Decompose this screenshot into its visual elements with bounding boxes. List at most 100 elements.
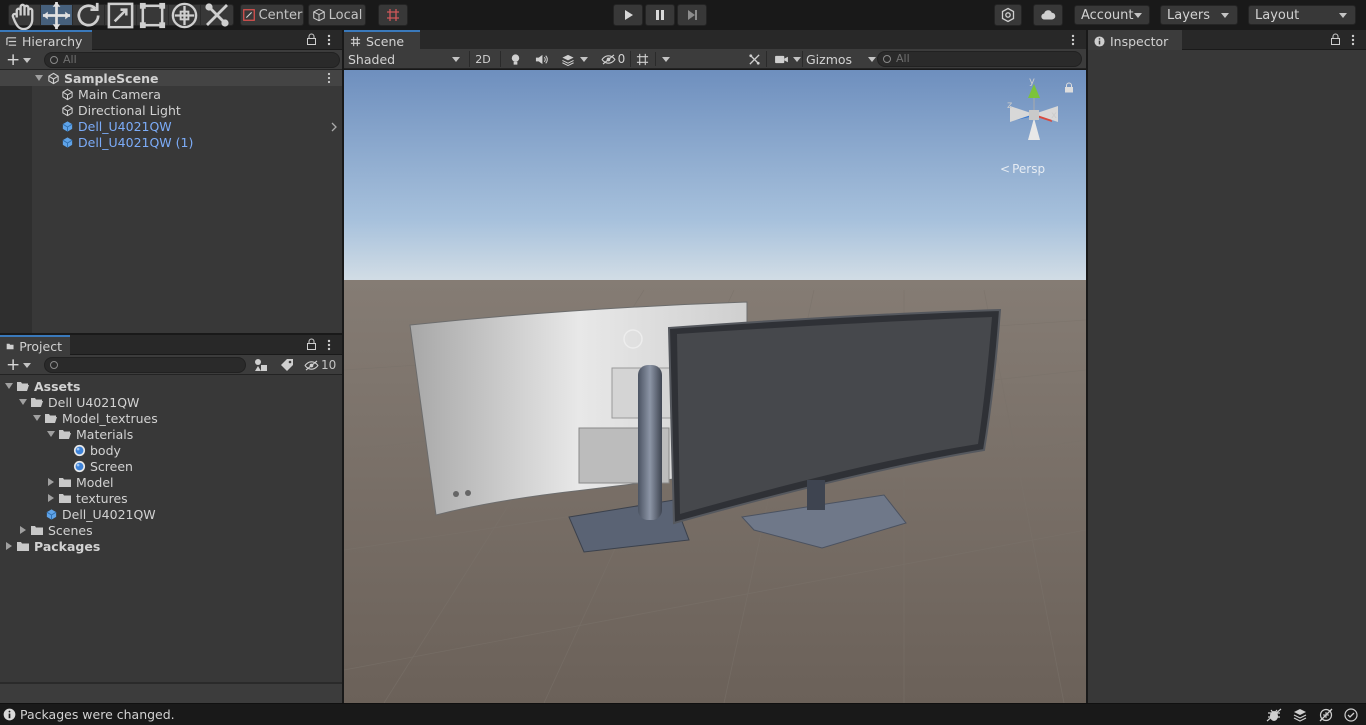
pause-button[interactable] <box>645 4 675 26</box>
hidden-objects-toggle[interactable]: 0 <box>598 50 628 68</box>
lock-icon[interactable] <box>1064 82 1074 93</box>
progress-check-icon[interactable] <box>1344 708 1358 722</box>
custom-tool-icon[interactable] <box>201 3 233 27</box>
scene-search-placeholder: All <box>896 52 910 65</box>
scale-tool-icon[interactable] <box>105 2 137 28</box>
chevron-left-icon: < <box>1000 162 1011 176</box>
kebab-menu-icon[interactable] <box>326 33 332 47</box>
status-bar: Packages were changed. <box>0 703 1366 725</box>
project-tabbar: Project <box>0 335 342 355</box>
tab-inspector[interactable]: Inspector <box>1088 30 1182 50</box>
debug-bug-icon[interactable] <box>1266 708 1282 722</box>
hierarchy-tab-label: Hierarchy <box>22 33 83 49</box>
cloud-icon <box>1041 10 1056 20</box>
chevron-down-icon <box>579 56 588 62</box>
lock-icon[interactable] <box>306 33 317 45</box>
scene-search-input[interactable]: All <box>877 51 1082 67</box>
step-button[interactable] <box>677 4 707 26</box>
hierarchy-toolbar: + All <box>0 50 342 70</box>
hierarchy-item[interactable]: Main Camera <box>60 86 161 102</box>
fold-arrow-icon <box>34 73 44 83</box>
project-search-input[interactable] <box>44 357 246 373</box>
project-tree-item[interactable]: Model <box>46 474 114 490</box>
account-label: Account <box>1081 7 1134 23</box>
tree-item-label: body <box>90 442 121 458</box>
rect-tool-icon[interactable] <box>137 2 169 28</box>
project-tree-item[interactable]: Materials <box>46 426 133 442</box>
projection-toggle[interactable]: < Persp <box>1000 162 1045 176</box>
tools-overlay-toggle[interactable] <box>746 50 762 68</box>
scene-header-row[interactable]: SampleScene <box>34 70 158 86</box>
sky-background <box>344 70 1086 285</box>
search-icon <box>50 56 58 64</box>
create-button[interactable]: + <box>6 50 32 70</box>
camera-dropdown[interactable] <box>772 50 802 68</box>
project-tree-item[interactable]: Assets <box>4 378 80 394</box>
grid-dropdown[interactable] <box>634 50 672 68</box>
hand-tool-icon[interactable] <box>9 3 41 30</box>
project-tree-item[interactable]: Model_textrues <box>32 410 158 426</box>
pivot-mode-toggle[interactable]: Center <box>240 4 304 26</box>
tab-scene[interactable]: Scene <box>344 30 420 50</box>
project-tree-item[interactable]: body <box>72 442 121 458</box>
inspector-tab-label: Inspector <box>1110 33 1169 49</box>
transform-tool-icon[interactable] <box>169 2 201 28</box>
chevron-right-icon[interactable] <box>330 121 338 132</box>
layers-label: Layers <box>1167 7 1211 23</box>
hierarchy-item[interactable]: Dell_U4021QW <box>60 118 172 134</box>
lock-icon[interactable] <box>306 338 317 350</box>
collab-button[interactable] <box>994 4 1022 26</box>
lighting-toggle[interactable] <box>506 50 524 68</box>
cache-layers-icon[interactable] <box>1292 708 1308 722</box>
hidden-packages-toggle[interactable]: 10 <box>304 357 336 373</box>
auto-generate-lighting-icon[interactable] <box>1318 708 1334 722</box>
move-tool-icon[interactable] <box>41 1 73 29</box>
tab-hierarchy[interactable]: Hierarchy <box>0 30 92 50</box>
hierarchy-item-label: Dell_U4021QW (1) <box>78 134 194 150</box>
kebab-menu-icon[interactable] <box>326 338 332 352</box>
project-footer <box>0 683 342 703</box>
hierarchy-search-input[interactable]: All <box>44 52 340 68</box>
tab-project[interactable]: Project <box>0 335 70 355</box>
filter-by-label-icon[interactable] <box>280 358 294 372</box>
scene-kebab-icon[interactable] <box>326 72 332 84</box>
lock-icon[interactable] <box>1330 33 1341 45</box>
project-tree-item[interactable]: textures <box>46 490 128 506</box>
2d-toggle[interactable]: 2D <box>472 50 494 68</box>
project-tree-item[interactable]: Scenes <box>18 522 93 538</box>
grid-snap-button[interactable] <box>378 4 408 26</box>
chevron-down-icon <box>452 56 460 62</box>
scene-tabbar: Scene <box>344 30 1086 50</box>
plus-icon: + <box>6 50 21 70</box>
kebab-menu-icon[interactable] <box>1350 33 1356 47</box>
folder-icon <box>16 539 30 553</box>
hierarchy-item[interactable]: Dell_U4021QW (1) <box>60 134 193 150</box>
project-tree-item[interactable]: Screen <box>72 458 133 474</box>
rotate-tool-icon[interactable] <box>73 2 105 26</box>
project-tree-item[interactable]: Packages <box>4 538 100 554</box>
folder-icon <box>6 343 14 349</box>
cloud-button[interactable] <box>1033 4 1063 26</box>
play-button[interactable] <box>613 4 643 26</box>
project-tree-item[interactable]: Dell U4021QW <box>18 394 139 410</box>
pivot-rotation-toggle[interactable]: Local <box>308 4 366 26</box>
account-dropdown[interactable]: Account <box>1074 5 1150 25</box>
effects-dropdown[interactable] <box>556 50 592 68</box>
prefab-cube-icon <box>44 507 58 521</box>
kebab-menu-icon[interactable] <box>1070 33 1076 47</box>
hierarchy-item[interactable]: Directional Light <box>60 102 181 118</box>
project-tree-item[interactable]: Dell_U4021QW <box>44 506 156 522</box>
draw-mode-dropdown[interactable]: Shaded <box>348 50 464 68</box>
layers-dropdown[interactable]: Layers <box>1160 5 1238 25</box>
chevron-down-icon <box>23 362 32 368</box>
create-button[interactable]: + <box>6 357 32 374</box>
fold-arrow-icon <box>4 381 14 391</box>
filter-by-type-icon[interactable] <box>254 358 268 372</box>
audio-toggle[interactable] <box>532 50 550 68</box>
chevron-down-icon <box>662 56 670 62</box>
layout-dropdown[interactable]: Layout <box>1248 5 1356 25</box>
gizmos-dropdown[interactable]: Gizmos <box>806 50 877 68</box>
status-message[interactable]: Packages were changed. <box>3 707 175 722</box>
tree-item-label: Packages <box>34 538 101 554</box>
scene-viewport[interactable]: y x z < Persp <box>344 70 1086 703</box>
